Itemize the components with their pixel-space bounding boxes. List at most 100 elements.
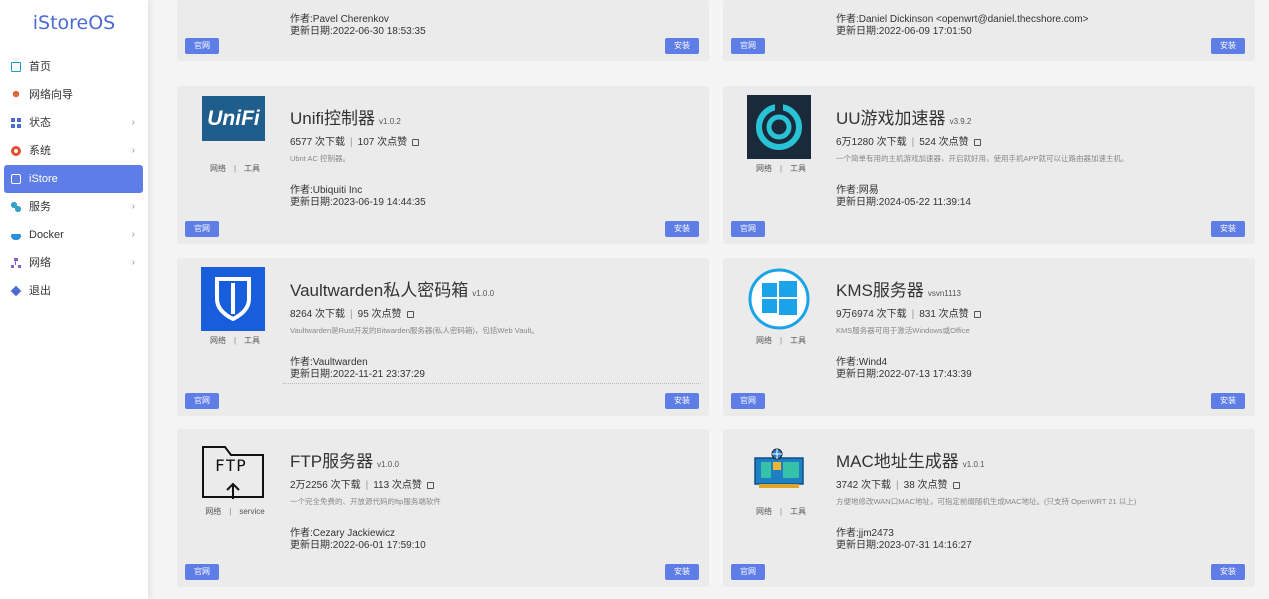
app-title[interactable]: UU游戏加速器 v3.9.2: [836, 104, 971, 129]
app-tags: 网络 | 工具: [209, 336, 261, 345]
app-tags: 网络 | 工具: [209, 164, 261, 173]
brand-logo[interactable]: iStoreOS: [0, 0, 148, 46]
app-title[interactable]: Vaultwarden私人密码箱 v1.0.0: [290, 276, 494, 301]
tag[interactable]: 网络: [756, 507, 772, 516]
app-updated: 更新日期:2023-06-19 14:44:35: [290, 197, 426, 208]
app-card: 作者:Daniel Dickinson <openwrt@daniel.thec…: [723, 0, 1255, 61]
app-title[interactable]: KMS服务器 vsvn1113: [836, 276, 961, 301]
app-tags: 网络 | 工具: [755, 336, 807, 345]
sidebar-item-network[interactable]: 网络 ›: [4, 249, 143, 277]
install-button[interactable]: 安装: [1211, 38, 1245, 54]
homepage-button[interactable]: 官网: [185, 564, 219, 580]
network-card-icon: [754, 448, 804, 488]
network-icon: [11, 258, 21, 268]
uu-logo-icon[interactable]: [747, 95, 811, 159]
install-button[interactable]: 安装: [665, 38, 699, 54]
thumbs-up-icon[interactable]: [973, 311, 981, 318]
app-card-mac: 网络 | 工具 MAC地址生成器 v1.0.1 3742 次下载 | 38 次点赞 方便地…: [723, 429, 1255, 587]
sidebar-nav: 首页 网络向导 状态 › 系统 › iStore 服务 › Docker › 网络 › 退…: [0, 53, 148, 305]
app-updated: 更新日期:2022-06-01 17:59:10: [290, 540, 426, 551]
like-count: 113 次点赞: [373, 480, 422, 491]
install-button[interactable]: 安装: [1211, 221, 1245, 237]
install-button[interactable]: 安装: [665, 564, 699, 580]
app-description: KMS服务器可用于激活Windows或Office: [836, 326, 970, 335]
homepage-button[interactable]: 官网: [185, 221, 219, 237]
logo-text: FTP: [215, 456, 247, 475]
sidebar-item-istore[interactable]: iStore: [4, 165, 143, 193]
chevron-right-icon: ›: [131, 145, 135, 156]
network-card-logo-icon[interactable]: [747, 438, 811, 502]
thumbs-up-icon[interactable]: [426, 482, 434, 489]
app-stats: 9万6974 次下载 | 831 次点赞: [836, 305, 981, 320]
unifi-logo-icon[interactable]: UniFi: [202, 96, 265, 141]
tag[interactable]: 工具: [790, 164, 806, 173]
home-icon: [11, 62, 21, 72]
uu-logo-icon-svg: [756, 104, 802, 150]
divider: [283, 383, 701, 384]
app-tags: 网络 | service: [205, 507, 265, 516]
app-version: vsvn1113: [927, 289, 961, 298]
thumbs-up-icon[interactable]: [973, 139, 981, 146]
services-icon: [11, 202, 21, 212]
sidebar-item-services[interactable]: 服务 ›: [4, 193, 143, 221]
download-count: 3742 次下载: [836, 480, 892, 491]
app-card-vaultwarden: 网络 | 工具 Vaultwarden私人密码箱 v1.0.0 8264 次下载 | 95…: [177, 258, 709, 416]
app-version: v1.0.0: [472, 289, 495, 298]
kms-windows-logo-icon[interactable]: [747, 267, 811, 331]
install-button[interactable]: 安装: [665, 221, 699, 237]
homepage-button[interactable]: 官网: [731, 393, 765, 409]
app-description: Vaultwarden是Rust开发的Bitwarden服务器(私人密码箱)，包…: [290, 326, 539, 335]
sidebar-item-label: 网络: [29, 257, 51, 269]
shield-icon: [215, 277, 251, 321]
logo-text: UniFi: [207, 106, 260, 130]
app-stats: 2万2256 次下载 | 113 次点赞: [290, 476, 434, 491]
app-title[interactable]: MAC地址生成器 v1.0.1: [836, 447, 985, 472]
app-card-ftp: FTP 网络 | service FTP服务器 v1.0.0 2万2256 次下载 | 1…: [177, 429, 709, 587]
app-stats: 3742 次下载 | 38 次点赞: [836, 476, 960, 491]
sidebar-item-label: iStore: [29, 173, 58, 185]
thumbs-up-icon[interactable]: [412, 139, 420, 146]
sidebar-item-label: 首页: [29, 61, 51, 73]
vaultwarden-logo-icon[interactable]: [201, 267, 265, 331]
tag[interactable]: 工具: [244, 336, 260, 345]
app-version: v3.9.2: [949, 117, 972, 126]
app-version: v1.0.0: [377, 460, 399, 469]
chevron-right-icon: ›: [131, 117, 135, 128]
tag[interactable]: service: [239, 507, 264, 516]
thumbs-up-icon[interactable]: [406, 311, 414, 318]
app-tags: 网络 | 工具: [755, 507, 807, 516]
tag[interactable]: 网络: [205, 507, 221, 516]
sidebar-item-system[interactable]: 系统 ›: [4, 137, 143, 165]
tag[interactable]: 网络: [210, 164, 226, 173]
homepage-button[interactable]: 官网: [731, 564, 765, 580]
sidebar-item-docker[interactable]: Docker ›: [4, 221, 143, 249]
app-title[interactable]: FTP服务器 v1.0.0: [290, 447, 399, 472]
install-button[interactable]: 安装: [1211, 393, 1245, 409]
app-description: 一个简单有用的主机游戏加速器，开启就好用，使用手机APP就可以让路由器加速主机。: [836, 154, 1129, 163]
thumbs-up-icon[interactable]: [952, 482, 960, 489]
app-updated: 更新日期:2022-11-21 23:37:29: [290, 369, 425, 380]
sidebar: iStoreOS 首页 网络向导 状态 › 系统 › iStore 服务 › Dock…: [0, 0, 148, 599]
tag[interactable]: 网络: [756, 164, 772, 173]
tag[interactable]: 工具: [790, 507, 806, 516]
install-button[interactable]: 安装: [665, 393, 699, 409]
sidebar-item-logout[interactable]: 退出: [4, 277, 143, 305]
download-count: 9万6974 次下载: [836, 309, 907, 320]
tag[interactable]: 工具: [244, 164, 260, 173]
ftp-logo-icon[interactable]: FTP: [201, 438, 265, 502]
sidebar-item-status[interactable]: 状态 ›: [4, 109, 143, 137]
sidebar-item-label: 服务: [29, 201, 51, 213]
homepage-button[interactable]: 官网: [185, 393, 219, 409]
app-title[interactable]: Unifi控制器 v1.0.2: [290, 104, 401, 129]
install-button[interactable]: 安装: [1211, 564, 1245, 580]
sidebar-item-network-wizard[interactable]: 网络向导: [4, 81, 143, 109]
sidebar-item-home[interactable]: 首页: [4, 53, 143, 81]
tag[interactable]: 网络: [756, 336, 772, 345]
app-card-uu: 网络 | 工具 UU游戏加速器 v3.9.2 6万1280 次下载 | 524 次点赞 一…: [723, 86, 1255, 244]
like-count: 831 次点赞: [919, 309, 969, 320]
homepage-button[interactable]: 官网: [731, 38, 765, 54]
homepage-button[interactable]: 官网: [185, 38, 219, 54]
tag[interactable]: 工具: [790, 336, 806, 345]
tag[interactable]: 网络: [210, 336, 226, 345]
homepage-button[interactable]: 官网: [731, 221, 765, 237]
